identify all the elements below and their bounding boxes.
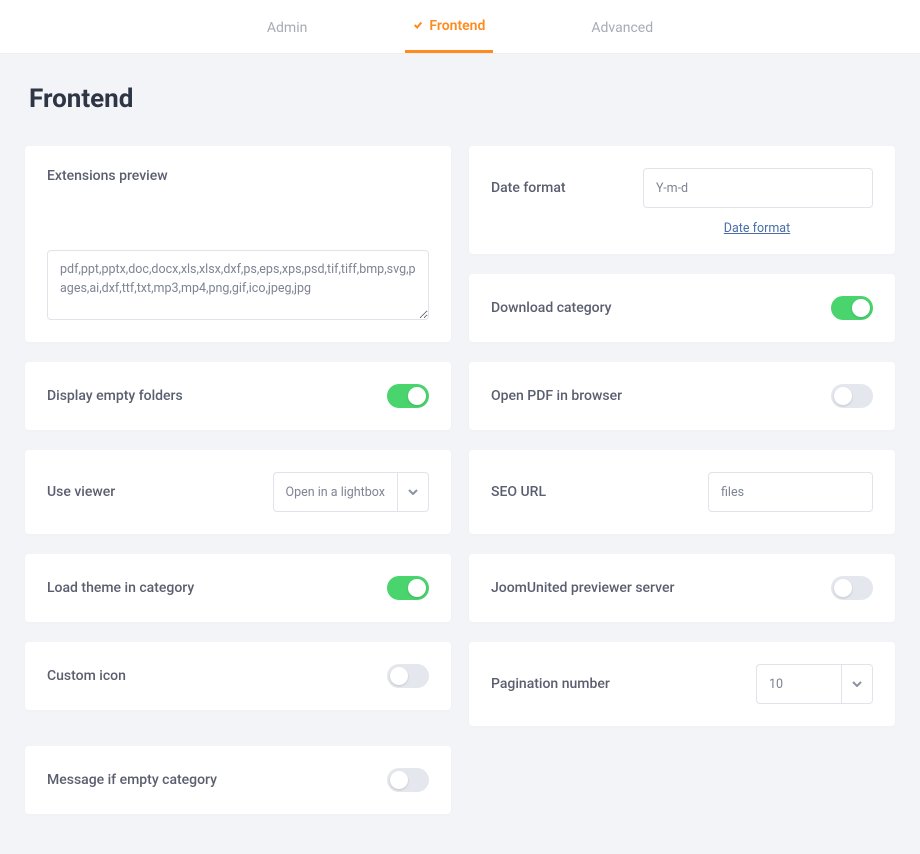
display-empty-folders-label: Display empty folders	[47, 388, 183, 404]
use-viewer-value: Open in a lightbox	[273, 472, 398, 512]
card-date-format: Date format Date format	[469, 146, 895, 254]
message-empty-category-toggle[interactable]	[387, 768, 429, 792]
custom-icon-toggle[interactable]	[387, 664, 429, 688]
open-pdf-toggle[interactable]	[831, 384, 873, 408]
load-theme-toggle[interactable]	[387, 576, 429, 600]
card-extensions-preview: Extensions preview	[25, 146, 451, 342]
card-display-empty-folders: Display empty folders	[25, 362, 451, 430]
extensions-preview-label: Extensions preview	[47, 168, 429, 184]
joom-server-label: JoomUnited previewer server	[491, 580, 674, 596]
tab-advanced-label: Advanced	[591, 20, 653, 36]
seo-url-label: SEO URL	[491, 484, 546, 500]
use-viewer-select[interactable]: Open in a lightbox	[273, 472, 430, 512]
display-empty-folders-toggle[interactable]	[387, 384, 429, 408]
tab-advanced[interactable]: Advanced	[583, 0, 661, 53]
tab-admin-label: Admin	[267, 20, 307, 36]
card-download-category: Download category	[469, 274, 895, 342]
settings-grid: Extensions preview Date format Date form…	[25, 146, 895, 814]
pagination-number-select[interactable]: 10	[756, 664, 873, 704]
card-load-theme: Load theme in category	[25, 554, 451, 622]
date-format-label: Date format	[491, 180, 566, 196]
pagination-number-value: 10	[756, 664, 841, 704]
card-custom-icon: Custom icon	[25, 642, 451, 710]
pagination-number-label: Pagination number	[491, 676, 610, 692]
card-message-empty-category: Message if empty category	[25, 746, 451, 814]
card-seo-url: SEO URL	[469, 450, 895, 534]
tabs-bar: Admin Frontend Advanced	[0, 0, 920, 54]
date-format-link[interactable]: Date format	[724, 221, 790, 236]
page-container: Frontend Extensions preview Date format …	[0, 54, 920, 854]
message-empty-category-label: Message if empty category	[47, 772, 217, 788]
date-format-input[interactable]	[643, 168, 873, 208]
tab-admin[interactable]: Admin	[259, 0, 315, 53]
extensions-preview-input[interactable]	[47, 250, 429, 320]
download-category-label: Download category	[491, 300, 612, 316]
load-theme-label: Load theme in category	[47, 580, 194, 596]
tab-frontend-label: Frontend	[429, 18, 485, 34]
card-use-viewer: Use viewer Open in a lightbox	[25, 450, 451, 534]
use-viewer-label: Use viewer	[47, 484, 115, 500]
open-pdf-label: Open PDF in browser	[491, 388, 622, 404]
chevron-down-icon[interactable]	[397, 472, 429, 512]
card-open-pdf: Open PDF in browser	[469, 362, 895, 430]
card-pagination-number: Pagination number 10	[469, 642, 895, 726]
card-joom-server: JoomUnited previewer server	[469, 554, 895, 622]
check-icon	[413, 18, 423, 34]
seo-url-input[interactable]	[708, 472, 873, 512]
chevron-down-icon[interactable]	[841, 664, 873, 704]
tab-frontend[interactable]: Frontend	[405, 0, 493, 53]
download-category-toggle[interactable]	[831, 296, 873, 320]
joom-server-toggle[interactable]	[831, 576, 873, 600]
page-title: Frontend	[29, 84, 895, 114]
custom-icon-label: Custom icon	[47, 668, 126, 684]
